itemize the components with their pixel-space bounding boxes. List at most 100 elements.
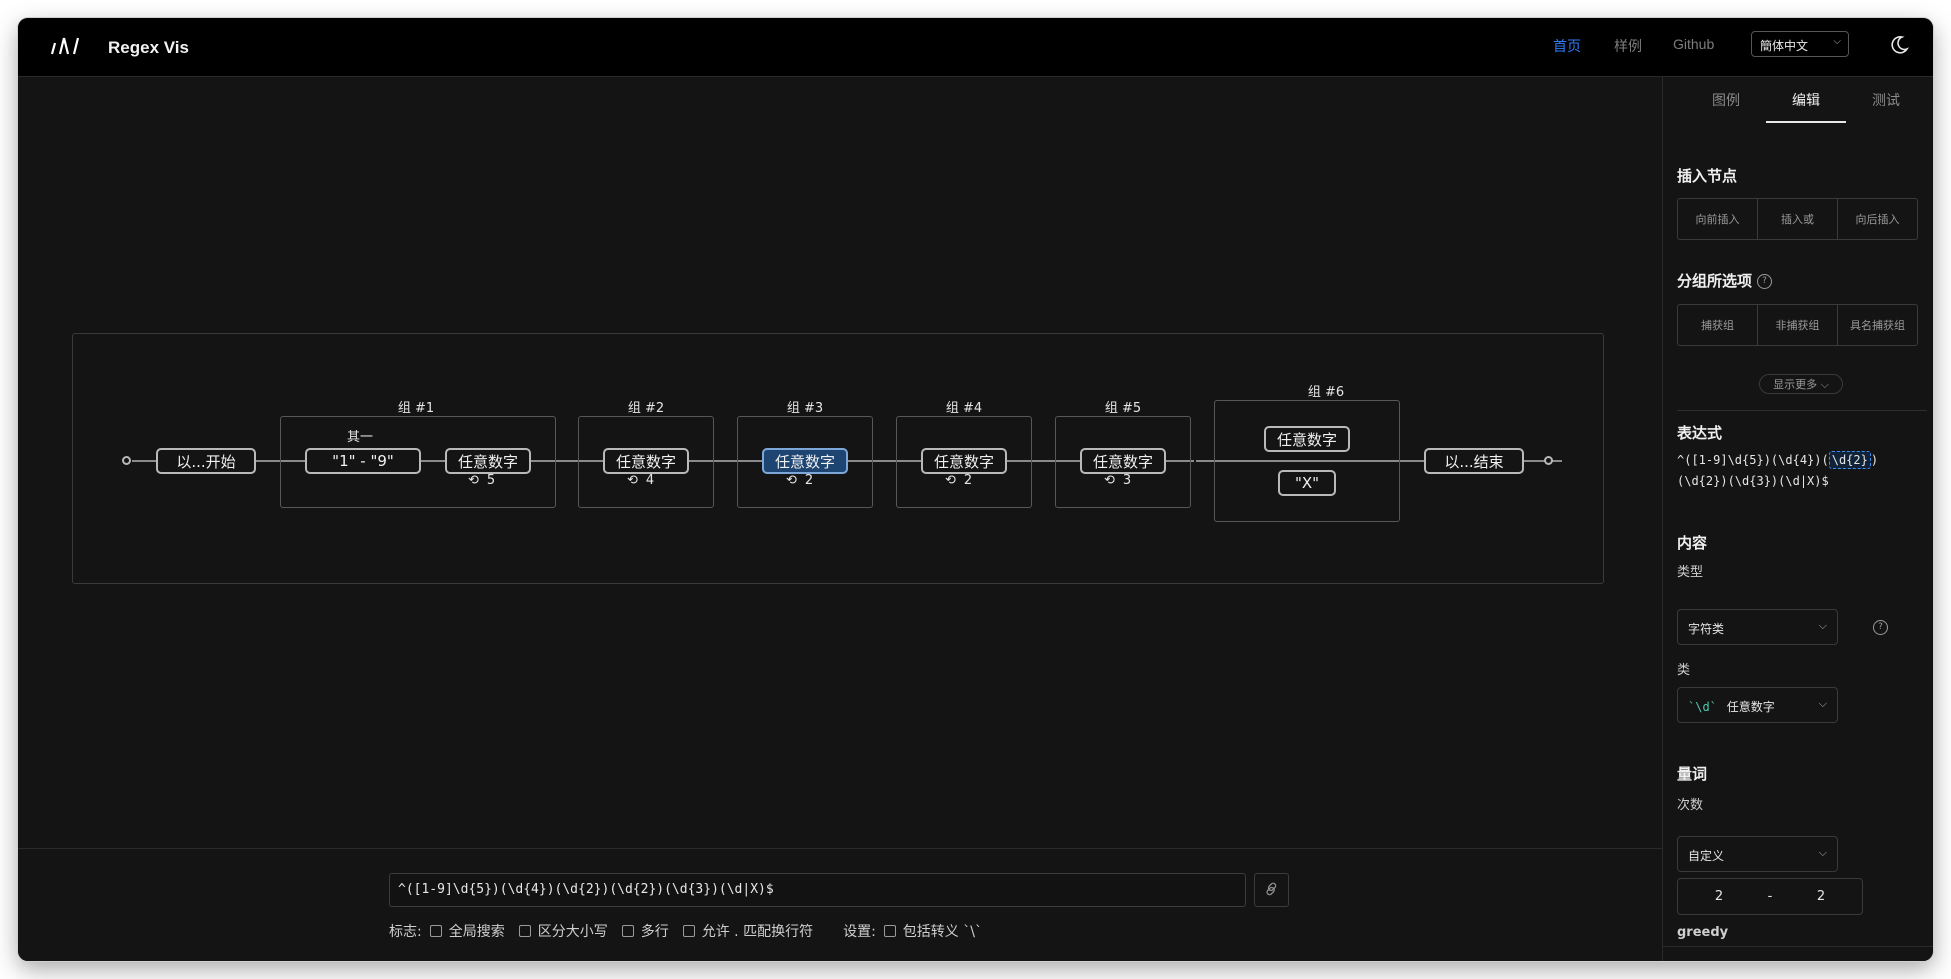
repeat-icon: ⟲ (945, 473, 956, 488)
top-bar: Regex Vis 首页 样例 Github 簡体中文 ⌵ (18, 18, 1933, 77)
node-any-digit[interactable]: 任意数字 (921, 448, 1007, 474)
quantifier-title: 量词 (1677, 765, 1708, 783)
share-link-button[interactable] (1254, 873, 1289, 907)
group-label: 组 #3 (786, 401, 824, 416)
help-icon[interactable]: ? (1757, 274, 1772, 289)
times-select[interactable]: 自定义 ⌵ (1677, 836, 1838, 872)
chevron-down-icon: ⌵ (1818, 846, 1827, 859)
repeat-indicator: ⟲ 2 (945, 473, 973, 488)
nav-home[interactable]: 首页 (1553, 36, 1581, 56)
chevron-down-icon: ⌵ (1818, 619, 1827, 632)
active-tab-indicator (1766, 121, 1846, 123)
greedy-label: greedy (1677, 925, 1729, 940)
app-window: Regex Vis 首页 样例 Github 簡体中文 ⌵ 以...开始 以..… (18, 18, 1933, 961)
group-label: 组 #2 (627, 401, 665, 416)
repeat-indicator: ⟲ 5 (468, 473, 496, 488)
insert-after-button[interactable]: 向后插入 (1838, 199, 1917, 239)
insert-before-button[interactable]: 向前插入 (1678, 199, 1758, 239)
repeat-icon: ⟲ (1104, 473, 1115, 488)
tab-test[interactable]: 测试 (1846, 90, 1926, 110)
group-label: 组 #6 (1307, 385, 1345, 400)
node-any-digit-selected[interactable]: 任意数字 (762, 448, 848, 474)
class-code: `\d` (1688, 700, 1717, 714)
expression-highlight: \d{2} (1828, 451, 1871, 469)
chevron-down-icon: ⌵ (1818, 697, 1827, 710)
help-icon[interactable]: ? (1873, 620, 1888, 635)
node-literal-x[interactable]: "X" (1278, 470, 1336, 496)
min-input[interactable]: 2 (1678, 889, 1760, 904)
times-label: 次数 (1677, 798, 1704, 813)
expression-text: ^([1-9]\d{5})(\d{4})(\d{2}) (\d{2})(\d{3… (1677, 451, 1879, 488)
checkbox[interactable] (883, 925, 896, 937)
diagram-canvas[interactable]: 以...开始 以...结束 组 #1 其一 "1" - "9" 任意数字 ⟲ 5 … (18, 77, 1662, 848)
checkbox[interactable] (682, 925, 695, 937)
checkbox[interactable] (518, 925, 531, 937)
repeat-indicator: ⟲ 2 (786, 473, 814, 488)
group-label: 组 #4 (945, 401, 983, 416)
range-separator: - (1767, 889, 1773, 904)
repeat-indicator: ⟲ 3 (1104, 473, 1132, 488)
node-any-digit[interactable]: 任意数字 (603, 448, 689, 474)
panel-footer-divider (1663, 946, 1933, 947)
checkbox[interactable] (621, 925, 634, 937)
moon-icon[interactable] (1888, 34, 1910, 56)
class-label: 类 (1677, 663, 1691, 678)
end-point (1544, 456, 1553, 465)
non-capture-group-button[interactable]: 非捕获组 (1758, 305, 1838, 345)
start-point (122, 456, 131, 465)
link-icon (1266, 882, 1277, 896)
regex-input[interactable]: ^([1-9]\d{5})(\d{4})(\d{2})(\d{2})(\d{3}… (389, 873, 1246, 907)
repeat-indicator: ⟲ 4 (627, 473, 655, 488)
flag-global[interactable]: 全局搜索 (429, 921, 505, 941)
tab-legend[interactable]: 图例 (1686, 90, 1766, 110)
setting-include-escape[interactable]: 包括转义 `\` (883, 921, 982, 941)
type-label: 类型 (1677, 565, 1704, 580)
node-any-digit[interactable]: 任意数字 (1080, 448, 1166, 474)
bottom-bar: ^([1-9]\d{5})(\d{4})(\d{2})(\d{2})(\d{3}… (18, 848, 1662, 961)
insert-or-button[interactable]: 插入或 (1758, 199, 1838, 239)
chevron-down-icon: ⌵ (1833, 36, 1841, 47)
flags-row: 标志: 全局搜索 区分大小写 多行 允许 . 匹配换行符 设置: 包括转义 `\… (389, 921, 996, 941)
show-more-button[interactable]: 显示更多 ⌵ (1759, 374, 1843, 394)
content-title: 内容 (1677, 534, 1708, 552)
flag-dotall[interactable]: 允许 . 匹配换行符 (682, 921, 813, 941)
language-select[interactable]: 簡体中文 ⌵ (1751, 31, 1849, 57)
tab-edit[interactable]: 编辑 (1766, 90, 1846, 110)
checkbox[interactable] (429, 925, 442, 937)
node-start[interactable]: 以...开始 (156, 448, 256, 474)
repeat-icon: ⟲ (786, 473, 797, 488)
expression-title: 表达式 (1677, 424, 1723, 442)
flag-case-sensitive[interactable]: 区分大小写 (518, 921, 608, 941)
group-buttons: 捕获组 非捕获组 具名捕获组 (1677, 304, 1918, 346)
insert-node-buttons: 向前插入 插入或 向后插入 (1677, 198, 1918, 240)
edit-panel: 图例 编辑 测试 插入节点 向前插入 插入或 向后插入 分组所选项 ? 捕获组 … (1662, 77, 1933, 961)
node-range[interactable]: "1" - "9" (305, 448, 421, 474)
node-any-digit[interactable]: 任意数字 (1264, 426, 1350, 452)
named-capture-group-button[interactable]: 具名捕获组 (1838, 305, 1917, 345)
settings-label: 设置: (843, 924, 876, 940)
times-range-input[interactable]: 2 - 2 (1677, 878, 1863, 915)
group-box-6[interactable] (1214, 400, 1400, 522)
divider (1677, 410, 1927, 411)
nav-github[interactable]: Github (1673, 36, 1714, 52)
nav-samples[interactable]: 样例 (1614, 36, 1642, 56)
group-label: 组 #5 (1104, 401, 1142, 416)
class-select[interactable]: `\d` 任意数字 ⌵ (1677, 687, 1838, 723)
group-selection-title: 分组所选项 (1677, 272, 1753, 290)
range-label: 其一 (347, 430, 374, 445)
max-input[interactable]: 2 (1780, 889, 1862, 904)
insert-node-title: 插入节点 (1677, 167, 1738, 185)
brand-name[interactable]: Regex Vis (108, 38, 189, 58)
collapse-panel-button[interactable]: » (1806, 959, 1815, 961)
capture-group-button[interactable]: 捕获组 (1678, 305, 1758, 345)
language-value: 簡体中文 (1760, 39, 1809, 53)
node-end[interactable]: 以...结束 (1424, 448, 1524, 474)
repeat-icon: ⟲ (468, 473, 479, 488)
type-select[interactable]: 字符类 ⌵ (1677, 609, 1838, 645)
node-any-digit[interactable]: 任意数字 (445, 448, 531, 474)
repeat-icon: ⟲ (627, 473, 638, 488)
flag-multiline[interactable]: 多行 (621, 921, 669, 941)
logo-icon (50, 37, 80, 55)
group-label: 组 #1 (397, 401, 435, 416)
flags-label: 标志: (389, 924, 422, 940)
